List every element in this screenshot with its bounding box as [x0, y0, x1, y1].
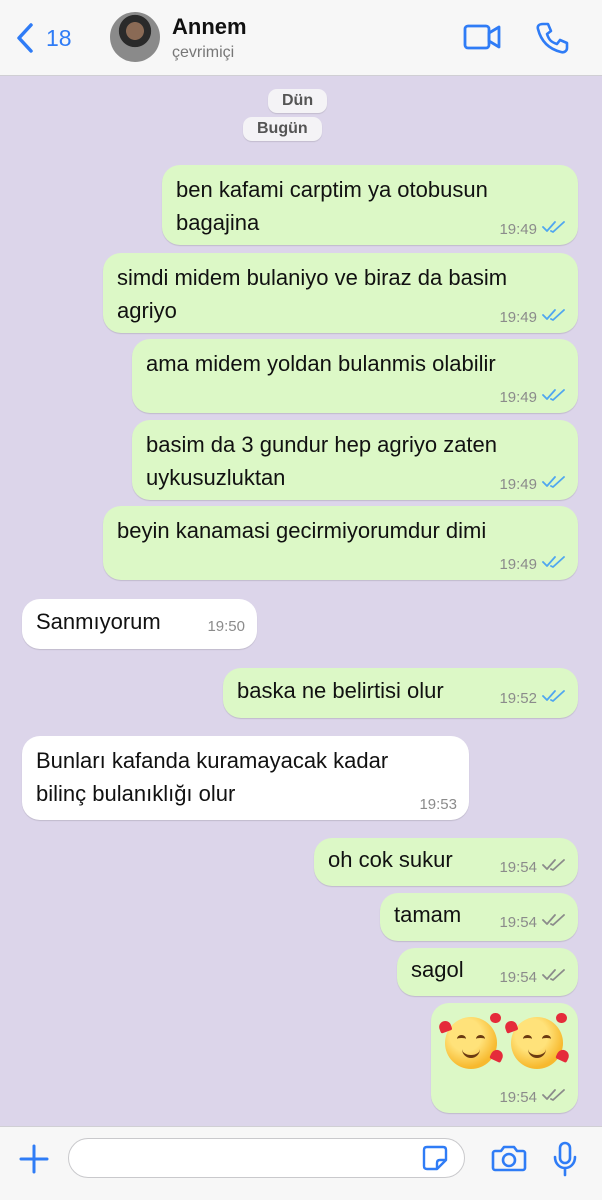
voice-call-button[interactable]	[534, 20, 570, 61]
smiling-face-with-hearts-icon	[511, 1013, 567, 1069]
incoming-message[interactable]: Bunları kafanda kuramayacak kadar bilinç…	[22, 736, 469, 820]
outgoing-message[interactable]: beyin kanamasi gecirmiyorumdur dimi 19:4…	[103, 506, 578, 580]
message-text: tamam	[394, 902, 462, 927]
smiling-face-with-hearts-icon	[445, 1013, 501, 1069]
message-time: 19:52	[499, 689, 537, 707]
message-text: sagol	[411, 957, 464, 982]
double-check-icon	[542, 555, 566, 574]
message-time: 19:53	[419, 796, 457, 813]
video-camera-icon	[463, 24, 501, 50]
message-time: 19:54	[499, 1088, 537, 1106]
composer-bar	[0, 1126, 602, 1200]
chevron-left-icon	[17, 23, 33, 53]
camera-button[interactable]	[491, 1143, 527, 1178]
double-check-icon	[542, 220, 566, 239]
message-time: 19:49	[499, 220, 537, 238]
emoji-row	[445, 1011, 567, 1069]
double-check-icon	[542, 689, 566, 708]
message-input[interactable]	[68, 1138, 465, 1178]
double-check-icon	[542, 913, 566, 932]
double-check-icon	[542, 475, 566, 494]
message-time: 19:49	[499, 308, 537, 326]
incoming-message[interactable]: Sanmıyorum 19:50	[22, 599, 257, 649]
message-time: 19:49	[499, 475, 537, 493]
outgoing-message[interactable]: ben kafami carptim ya otobusun bagajina …	[162, 165, 578, 245]
contact-name[interactable]: Annem	[172, 14, 247, 40]
message-text: basim da 3 gundur hep agriyo zaten uykus…	[146, 432, 498, 490]
double-check-icon	[542, 1088, 566, 1107]
double-check-icon	[542, 388, 566, 407]
date-label: Dün	[268, 89, 328, 113]
chat-header: 18 Annem çevrimiçi	[0, 0, 602, 76]
double-check-icon	[542, 308, 566, 327]
double-check-icon	[542, 858, 566, 877]
message-time: 19:49	[499, 388, 537, 406]
message-text: baska ne belirtisi olur	[237, 678, 444, 703]
message-text: beyin kanamasi gecirmiyorumdur dimi	[117, 518, 487, 543]
outgoing-message[interactable]: basim da 3 gundur hep agriyo zaten uykus…	[132, 420, 578, 500]
message-list[interactable]: Dün Bugün ben kafami carptim ya otobusun…	[0, 76, 602, 1126]
message-time: 19:50	[207, 618, 245, 635]
date-label: Bugün	[243, 117, 322, 141]
outgoing-message[interactable]: simdi midem bulaniyo ve biraz da basim a…	[103, 253, 578, 333]
outgoing-message[interactable]: 19:54	[431, 1003, 578, 1113]
message-time: 19:49	[499, 555, 537, 573]
outgoing-message[interactable]: oh cok sukur 19:54	[314, 838, 578, 886]
microphone-button[interactable]	[552, 1141, 578, 1182]
message-time: 19:54	[499, 913, 537, 931]
unread-count: 18	[46, 24, 72, 51]
message-text: Sanmıyorum	[36, 609, 161, 634]
outgoing-message[interactable]: sagol 19:54	[397, 948, 578, 996]
microphone-icon	[553, 1141, 577, 1177]
sticker-button[interactable]	[422, 1145, 448, 1176]
message-text: ben kafami carptim ya otobusun bagajina	[176, 177, 488, 235]
video-call-button[interactable]	[462, 20, 502, 59]
plus-icon	[19, 1144, 49, 1174]
message-text: oh cok sukur	[328, 847, 453, 872]
attach-button[interactable]	[18, 1143, 50, 1180]
back-button[interactable]: 18	[14, 22, 72, 54]
message-time: 19:54	[499, 858, 537, 876]
message-text: simdi midem bulaniyo ve biraz da basim a…	[117, 265, 508, 323]
camera-icon	[491, 1145, 527, 1172]
message-time: 19:54	[499, 968, 537, 986]
message-text: ama midem yoldan bulanmis olabilir	[146, 351, 496, 376]
contact-status: çevrimiçi	[172, 44, 235, 61]
sticker-icon	[422, 1145, 448, 1171]
double-check-icon	[542, 968, 566, 987]
outgoing-message[interactable]: ama midem yoldan bulanmis olabilir 19:49	[132, 339, 578, 413]
avatar[interactable]	[110, 12, 160, 62]
phone-icon	[536, 22, 569, 54]
message-text: Bunları kafanda kuramayacak kadar bilinç…	[36, 748, 389, 806]
outgoing-message[interactable]: tamam 19:54	[380, 893, 578, 941]
outgoing-message[interactable]: baska ne belirtisi olur 19:52	[223, 668, 578, 718]
